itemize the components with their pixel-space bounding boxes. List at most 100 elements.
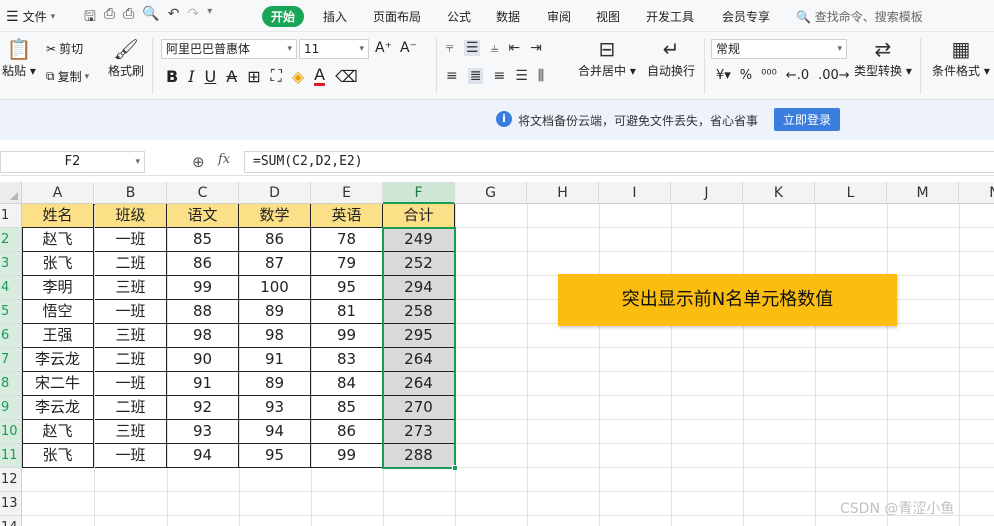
more-chevron-icon[interactable]: ▾: [207, 6, 212, 30]
currency-icon[interactable]: ¥▾: [716, 68, 731, 83]
table-cell[interactable]: 94: [239, 420, 311, 444]
column-header-f[interactable]: F: [383, 182, 455, 204]
header-cell[interactable]: 语文: [167, 204, 239, 228]
table-cell[interactable]: 91: [167, 372, 239, 396]
fill-pattern-icon[interactable]: ⛶: [271, 66, 282, 86]
increase-font-icon[interactable]: A⁺: [375, 40, 392, 56]
justify-icon[interactable]: ☰: [515, 68, 528, 84]
command-search[interactable]: 🔍 查找命令、搜索模板: [796, 8, 923, 25]
table-cell[interactable]: 92: [167, 396, 239, 420]
row-header-8[interactable]: 8: [0, 372, 22, 396]
border-icon[interactable]: ⊞: [247, 67, 260, 86]
table-cell[interactable]: 95: [239, 444, 311, 468]
table-cell[interactable]: 三班: [95, 324, 167, 348]
table-cell[interactable]: 赵飞: [22, 228, 94, 252]
column-header-j[interactable]: J: [671, 182, 743, 204]
row-header-1[interactable]: 1: [0, 204, 22, 228]
table-cell[interactable]: 86: [311, 420, 383, 444]
align-middle-icon[interactable]: ☰: [463, 40, 481, 56]
indent-decrease-icon[interactable]: ⇤: [508, 40, 520, 56]
row-header-5[interactable]: 5: [0, 300, 22, 324]
table-cell[interactable]: 三班: [95, 276, 167, 300]
table-cell[interactable]: 二班: [95, 348, 167, 372]
table-cell[interactable]: 89: [239, 372, 311, 396]
table-cell[interactable]: 一班: [95, 444, 167, 468]
row-header-13[interactable]: 13: [0, 492, 22, 516]
column-header-c[interactable]: C: [167, 182, 239, 204]
tab-review[interactable]: 审阅: [547, 8, 571, 25]
select-all-corner[interactable]: [0, 182, 22, 204]
format-painter-button[interactable]: 🖌 格式刷: [108, 38, 144, 79]
row-header-10[interactable]: 10: [0, 420, 22, 444]
italic-icon[interactable]: I: [188, 67, 194, 86]
header-cell[interactable]: 姓名: [22, 204, 94, 228]
table-cell[interactable]: 91: [239, 348, 311, 372]
column-header-n[interactable]: N: [959, 182, 994, 204]
table-cell[interactable]: 93: [239, 396, 311, 420]
align-right-icon[interactable]: ≡: [493, 68, 505, 84]
table-cell[interactable]: 王强: [22, 324, 94, 348]
increase-decimal-icon[interactable]: ←.0: [786, 68, 809, 83]
bold-icon[interactable]: B: [166, 67, 178, 86]
distributed-icon[interactable]: ⫼: [538, 68, 544, 84]
conditional-format-button[interactable]: ▦ 条件格式 ▾: [932, 38, 990, 79]
align-top-icon[interactable]: ⫧: [446, 40, 454, 56]
align-left-icon[interactable]: ≡: [446, 68, 458, 84]
undo-icon[interactable]: ↶: [168, 6, 180, 30]
column-header-l[interactable]: L: [815, 182, 887, 204]
table-cell[interactable]: 90: [167, 348, 239, 372]
decrease-font-icon[interactable]: A⁻: [400, 40, 417, 56]
thousands-icon[interactable]: ⁰⁰⁰: [761, 68, 777, 83]
row-header-12[interactable]: 12: [0, 468, 22, 492]
table-cell[interactable]: 81: [311, 300, 383, 324]
table-cell[interactable]: 78: [311, 228, 383, 252]
formula-input[interactable]: =SUM(C2,D2,E2): [244, 151, 994, 173]
redo-icon[interactable]: ↷: [188, 6, 200, 30]
table-cell[interactable]: 李云龙: [22, 348, 94, 372]
tab-developer[interactable]: 开发工具: [646, 8, 694, 25]
tab-formulas[interactable]: 公式: [447, 8, 471, 25]
table-cell[interactable]: 100: [239, 276, 311, 300]
header-cell[interactable]: 合计: [383, 204, 455, 228]
type-convert-button[interactable]: ⇄ 类型转换 ▾: [854, 38, 912, 79]
column-header-b[interactable]: B: [95, 182, 167, 204]
tab-home[interactable]: 开始: [262, 6, 305, 27]
file-menu[interactable]: ☰ 文件 ▾: [6, 8, 55, 25]
table-cell[interactable]: 二班: [95, 396, 167, 420]
table-cell[interactable]: 悟空: [22, 300, 94, 324]
row-header-11[interactable]: 11: [0, 444, 22, 468]
login-button[interactable]: 立即登录: [774, 108, 841, 131]
table-cell[interactable]: 85: [167, 228, 239, 252]
percent-icon[interactable]: %: [740, 68, 752, 83]
tab-page-layout[interactable]: 页面布局: [373, 8, 421, 25]
table-cell[interactable]: 88: [167, 300, 239, 324]
table-cell[interactable]: 张飞: [22, 252, 94, 276]
table-cell[interactable]: 宋二牛: [22, 372, 94, 396]
eraser-icon[interactable]: ⌫: [335, 67, 358, 86]
underline-icon[interactable]: U: [205, 67, 217, 86]
table-cell[interactable]: 一班: [95, 372, 167, 396]
row-header-6[interactable]: 6: [0, 324, 22, 348]
align-bottom-icon[interactable]: ⫨: [490, 40, 498, 56]
table-cell[interactable]: 98: [239, 324, 311, 348]
table-cell[interactable]: 95: [311, 276, 383, 300]
row-header-9[interactable]: 9: [0, 396, 22, 420]
print-preview-icon[interactable]: 🔍: [142, 6, 159, 30]
selection-range[interactable]: [382, 227, 456, 469]
table-cell[interactable]: 94: [167, 444, 239, 468]
font-color-icon[interactable]: A: [314, 66, 326, 86]
tab-insert[interactable]: 插入: [323, 8, 347, 25]
paste-button[interactable]: 📋 粘贴 ▾: [2, 38, 36, 79]
tab-member[interactable]: 会员专享: [722, 8, 770, 25]
column-header-e[interactable]: E: [311, 182, 383, 204]
tab-data[interactable]: 数据: [496, 8, 520, 25]
fill-color-icon[interactable]: ◈: [292, 67, 304, 86]
header-cell[interactable]: 数学: [239, 204, 311, 228]
table-cell[interactable]: 89: [239, 300, 311, 324]
indent-increase-icon[interactable]: ⇥: [530, 40, 542, 56]
tab-view[interactable]: 视图: [596, 8, 620, 25]
name-box[interactable]: F2 ▾: [0, 151, 145, 173]
fill-handle[interactable]: [452, 465, 458, 471]
cut-button[interactable]: ✂ 剪切: [46, 40, 83, 57]
column-header-m[interactable]: M: [887, 182, 959, 204]
